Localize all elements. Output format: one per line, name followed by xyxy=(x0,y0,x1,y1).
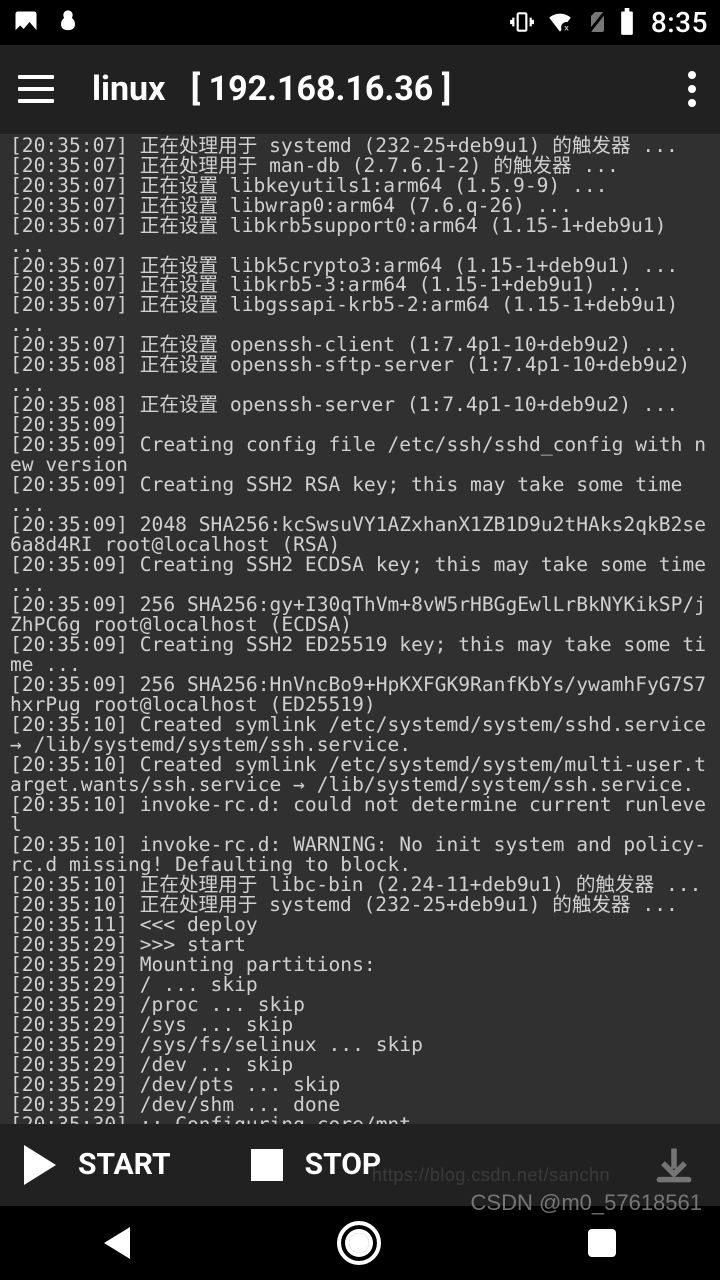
wifi-icon: x xyxy=(545,9,575,35)
nav-recent-button[interactable] xyxy=(588,1229,616,1257)
svg-text:x: x xyxy=(564,23,569,33)
status-bar: x 8:35 xyxy=(0,0,720,45)
android-nav-bar xyxy=(0,1206,720,1280)
stop-label: STOP xyxy=(305,1147,382,1182)
stop-icon xyxy=(251,1149,283,1181)
download-button[interactable] xyxy=(652,1143,696,1187)
stop-button[interactable]: STOP xyxy=(251,1147,382,1182)
overflow-menu-button[interactable] xyxy=(682,65,702,113)
profile-ip: [ 192.168.16.36 ] xyxy=(191,69,451,109)
watermark-faint: https://blog.csdn.net/sanchn xyxy=(372,1165,610,1186)
menu-button[interactable] xyxy=(18,75,54,103)
page-title: linux [ 192.168.16.36 ] xyxy=(92,69,451,109)
nav-back-button[interactable] xyxy=(104,1227,130,1259)
battery-icon xyxy=(619,8,635,36)
no-sim-icon xyxy=(585,9,609,35)
profile-name: linux xyxy=(92,69,165,109)
status-clock: 8:35 xyxy=(651,6,708,39)
vibrate-icon xyxy=(509,9,535,35)
nav-home-button[interactable] xyxy=(337,1221,381,1265)
terminal-output[interactable]: [20:35:07] 正在处理用于 systemd (232-25+deb9u1… xyxy=(0,134,720,1125)
app-toolbar: linux [ 192.168.16.36 ] xyxy=(0,45,720,134)
image-notif-icon xyxy=(12,8,40,36)
download-icon xyxy=(652,1143,696,1187)
watermark: CSDN @m0_57618561 xyxy=(471,1190,702,1216)
start-label: START xyxy=(78,1147,171,1182)
start-button[interactable]: START xyxy=(24,1145,171,1185)
app-notif-icon xyxy=(54,8,82,36)
play-icon xyxy=(24,1145,56,1185)
